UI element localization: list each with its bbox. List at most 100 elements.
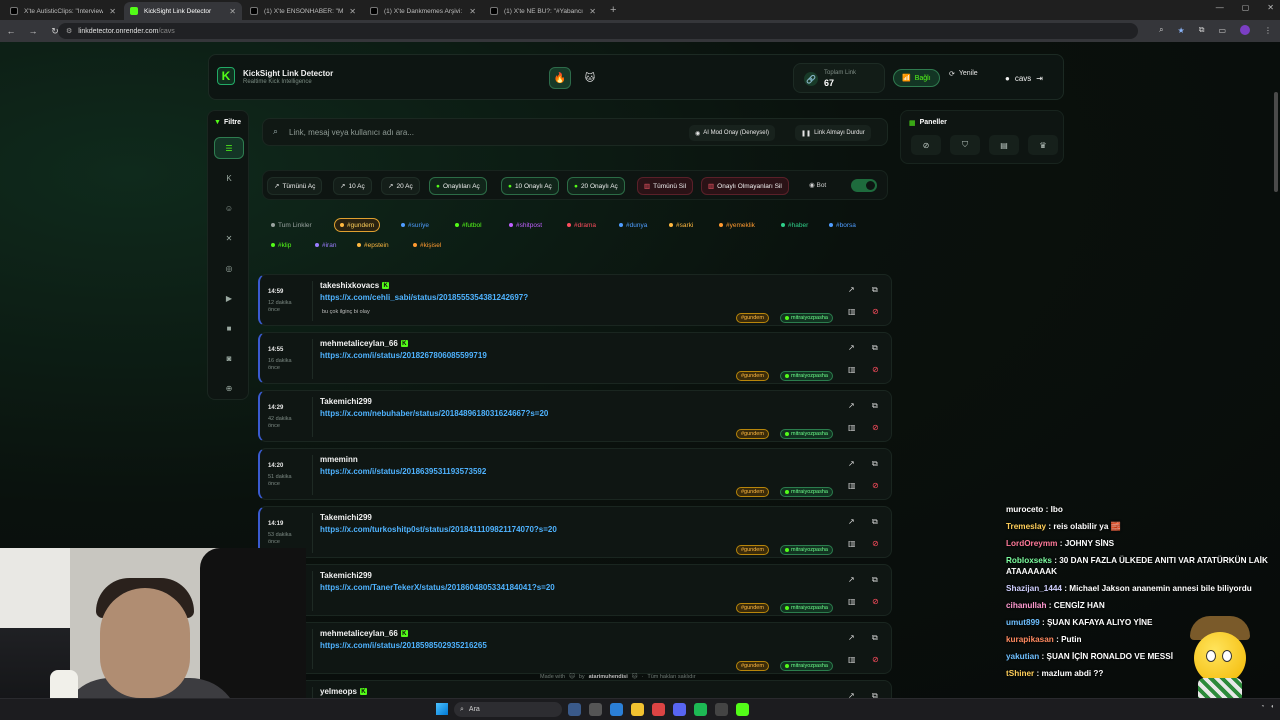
edge-icon[interactable] xyxy=(610,703,623,716)
chat-username[interactable]: Tremeslay xyxy=(1006,522,1046,531)
filter-globe-button[interactable]: ⊕ xyxy=(214,377,244,399)
ban-icon[interactable]: ⊘ xyxy=(872,365,879,374)
open-link-icon[interactable]: ↗ xyxy=(848,343,855,352)
filter-instagram-button[interactable]: ◎ xyxy=(214,257,244,279)
tag-filter-chip[interactable]: #gundem xyxy=(334,218,381,232)
link-author[interactable]: takeshixkovacs K xyxy=(320,281,390,290)
panel-shield-button[interactable]: ⛉ xyxy=(950,135,980,155)
zoom-icon[interactable]: ⌕ xyxy=(1159,25,1163,35)
tag-filter-chip[interactable]: #epstein xyxy=(352,238,394,252)
link-author[interactable]: mehmetaliceylan_66 K xyxy=(320,629,408,638)
site-info-icon[interactable]: ⚙ xyxy=(66,27,72,35)
tag-filter-chip[interactable]: #kişisel xyxy=(408,238,446,252)
filter-user-button[interactable]: ☺ xyxy=(214,197,244,219)
back-icon[interactable]: ← xyxy=(6,26,16,36)
chat-bubble-icon[interactable]: 🐱 xyxy=(579,67,601,89)
panel-ban-button[interactable]: ⊘ xyxy=(911,135,941,155)
ban-icon[interactable]: ⊘ xyxy=(872,655,879,664)
open-link-icon[interactable]: ↗ xyxy=(848,633,855,642)
browser-tab[interactable]: (1) X'te NE BU?: "#Yabancı bir t ✕ xyxy=(484,2,602,20)
ban-icon[interactable]: ⊘ xyxy=(872,423,879,432)
url-field[interactable]: ⚙ linkdetector.onrender.com/cavs xyxy=(58,23,1138,39)
close-tab-icon[interactable]: ✕ xyxy=(229,7,236,16)
tag-filter-chip[interactable]: #shitpost xyxy=(504,218,547,232)
open-all-button[interactable]: ↗ Tümünü Aç xyxy=(267,177,323,195)
trash-icon[interactable]: ▥ xyxy=(848,365,856,374)
profile-avatar[interactable] xyxy=(1240,25,1250,35)
panel-trophy-button[interactable]: ♛ xyxy=(1028,135,1058,155)
copy-icon[interactable]: ⧉ xyxy=(872,691,878,698)
stop-links-button[interactable]: ❚❚ Link Almayı Durdur xyxy=(795,125,871,141)
tag-filter-chip[interactable]: Tum Linkler xyxy=(266,218,317,232)
chat-username[interactable]: yakutian xyxy=(1006,652,1039,661)
open-link-icon[interactable]: ↗ xyxy=(848,575,855,584)
open-approved-button[interactable]: ● Onaylıları Aç xyxy=(429,177,487,195)
filter-x-button[interactable]: ✕ xyxy=(214,227,244,249)
trash-icon[interactable]: ▥ xyxy=(848,307,856,316)
copy-icon[interactable]: ⧉ xyxy=(872,285,878,295)
filter-kick-button[interactable]: K xyxy=(214,167,244,189)
open-link-icon[interactable]: ↗ xyxy=(848,285,855,294)
browser-tab[interactable]: (1) X'te Dankmemes Arşivi: "Tele ✕ xyxy=(364,2,482,20)
filter-list-button[interactable]: ☰ xyxy=(214,137,244,159)
tag-filter-chip[interactable]: #futbol xyxy=(450,218,487,232)
network-icon[interactable]: ◔ xyxy=(1261,704,1265,710)
tag-filter-chip[interactable]: #suriye xyxy=(396,218,434,232)
chat-username[interactable]: LordOreymm xyxy=(1006,539,1057,548)
refresh-button[interactable]: ⟳ Yenile xyxy=(949,70,978,78)
tag-filter-chip[interactable]: #haber xyxy=(776,218,813,232)
link-tag-badge[interactable]: #gundem xyxy=(736,487,769,497)
open-20-approved-button[interactable]: ● 20 Onaylı Aç xyxy=(567,177,625,195)
link-tag-badge[interactable]: #gundem xyxy=(736,603,769,613)
ban-icon[interactable]: ⊘ xyxy=(872,307,879,316)
link-author[interactable]: Takemichi299 xyxy=(320,397,372,406)
minimize-icon[interactable]: — xyxy=(1216,3,1224,12)
discord-icon[interactable] xyxy=(673,703,686,716)
copy-icon[interactable]: ⧉ xyxy=(872,401,878,411)
link-author[interactable]: yelmeops K xyxy=(320,687,367,696)
link-url[interactable]: https://x.com/i/status/20185985029352162… xyxy=(320,641,487,650)
link-url[interactable]: https://x.com/turkoshitp0st/status/20184… xyxy=(320,525,557,534)
taskview-icon[interactable] xyxy=(589,703,602,716)
menu-dots-icon[interactable]: ⋮ xyxy=(1264,26,1272,35)
open-link-icon[interactable]: ↗ xyxy=(848,459,855,468)
chrome-icon[interactable] xyxy=(652,703,665,716)
link-url[interactable]: https://x.com/cehli_sabi/status/20185553… xyxy=(320,293,528,302)
chat-username[interactable]: muroceto xyxy=(1006,505,1043,514)
link-author[interactable]: mmeminn xyxy=(320,455,358,464)
copy-icon[interactable]: ⧉ xyxy=(872,575,878,585)
tag-filter-chip[interactable]: #drama xyxy=(562,218,601,232)
spotify-icon[interactable] xyxy=(694,703,707,716)
link-tag-badge[interactable]: #gundem xyxy=(736,371,769,381)
filter-camera-button[interactable]: ◙ xyxy=(214,347,244,369)
panel-archive-button[interactable]: ▤ xyxy=(989,135,1019,155)
open-10-approved-button[interactable]: ● 10 Onaylı Aç xyxy=(501,177,559,195)
new-tab-button[interactable]: + xyxy=(610,2,616,20)
link-tag-badge[interactable]: #gundem xyxy=(736,545,769,555)
open-link-icon[interactable]: ↗ xyxy=(848,691,855,698)
trash-icon[interactable]: ▥ xyxy=(848,423,856,432)
close-window-icon[interactable]: ✕ xyxy=(1267,3,1274,12)
chat-username[interactable]: Robloxseks xyxy=(1006,556,1052,565)
close-tab-icon[interactable]: ✕ xyxy=(469,7,476,16)
copy-icon[interactable]: ⧉ xyxy=(872,633,878,643)
close-tab-icon[interactable]: ✕ xyxy=(349,7,356,16)
open-20-button[interactable]: ↗ 20 Aç xyxy=(381,177,420,195)
stream-avatar-icon[interactable]: 🔥 xyxy=(549,67,571,89)
ban-icon[interactable]: ⊘ xyxy=(872,481,879,490)
link-author[interactable]: Takemichi299 xyxy=(320,513,372,522)
trash-icon[interactable]: ▥ xyxy=(848,655,856,664)
scrollbar-thumb[interactable] xyxy=(1274,92,1278,192)
open-link-icon[interactable]: ↗ xyxy=(848,517,855,526)
tag-filter-chip[interactable]: #dunya xyxy=(614,218,652,232)
tag-filter-chip[interactable]: #borsa xyxy=(824,218,861,232)
start-icon[interactable] xyxy=(436,703,448,715)
link-url[interactable]: https://x.com/TanerTekerX/status/2018604… xyxy=(320,583,555,592)
link-author[interactable]: mehmetaliceylan_66 K xyxy=(320,339,408,348)
chat-username[interactable]: cihanullah xyxy=(1006,601,1047,610)
trash-icon[interactable]: ▥ xyxy=(848,481,856,490)
link-url[interactable]: https://x.com/nebuhaber/status/201848961… xyxy=(320,409,548,418)
open-10-button[interactable]: ↗ 10 Aç xyxy=(333,177,372,195)
user-menu[interactable]: ● cavs ⇥ xyxy=(999,67,1049,89)
bot-toggle[interactable] xyxy=(851,179,877,192)
